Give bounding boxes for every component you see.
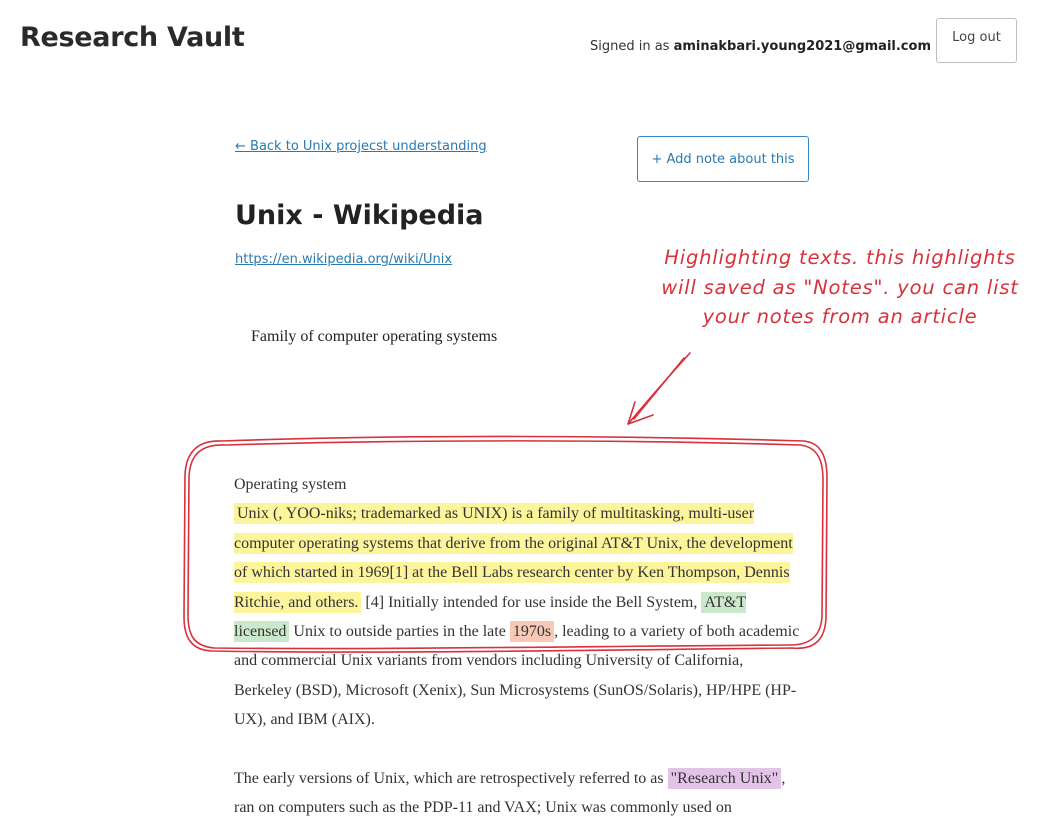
annotation-line: Highlighting texts. this highlights [664,246,1016,269]
highlight-note-purple[interactable]: "Research Unix" [667,768,782,789]
article-subtitle: Family of computer operating systems [251,328,498,345]
add-note-button[interactable]: + Add note about this [637,136,809,182]
user-email: aminakbari.young2021@gmail.com [673,39,931,54]
annotation-line: your notes from an article [702,305,978,328]
paragraph-text: Unix to outside parties in the late [289,623,510,641]
arrow-icon [627,401,636,425]
highlight-note-salmon[interactable]: 1970s [509,621,555,643]
arrow-icon [627,414,654,425]
article-url-link[interactable]: https://en.wikipedia.org/wiki/Unix [235,252,452,267]
annotation-callout: Highlighting texts. this highlights will… [630,243,1050,332]
annotation-line: will saved as "Notes". you can list [661,275,1019,299]
signed-in-prefix: Signed in as [590,39,674,54]
arrow-icon [633,357,685,420]
paragraph-text: The early versions of Unix, which are re… [234,770,668,787]
article-title: Unix - Wikipedia [235,200,484,231]
back-link[interactable]: ← Back to Unix projecst understanding [235,139,487,154]
paragraph-text: [4] Initially intended for use inside th… [361,593,702,611]
logout-button[interactable]: Log out [936,18,1017,63]
signed-in-status: Signed in as aminakbari.young2021@gmail.… [590,39,931,54]
article-paragraph-1: Operating system Unix (, YOO-niks; tradem… [234,470,804,735]
article-paragraph-2: The early versions of Unix, which are re… [234,764,804,823]
arrow-icon [628,352,691,424]
paragraph-lead: Operating system [234,476,347,493]
app-brand: Research Vault [20,22,245,53]
